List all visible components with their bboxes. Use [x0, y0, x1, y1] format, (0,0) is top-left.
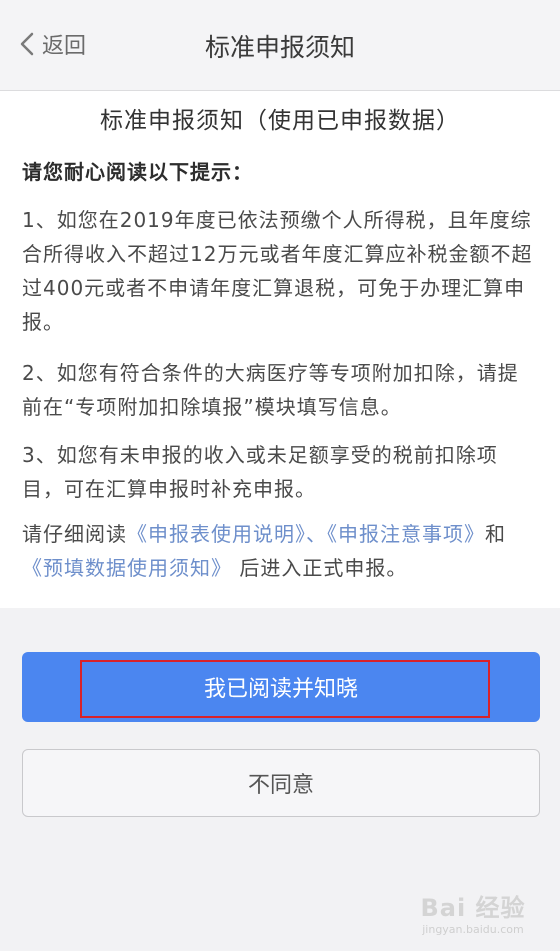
notice-intro: 请您耐心阅读以下提示： — [22, 160, 253, 184]
disagree-button[interactable]: 不同意 — [22, 749, 540, 817]
notice-item-1: 1、如您在2019年度已依法预缴个人所得税，且年度综合所得收入不超过12万元或者… — [22, 208, 533, 334]
agree-button-label: 我已阅读并知晓 — [203, 677, 358, 702]
notice-item-2: 2、如您有符合条件的大病医疗等专项附加扣除，请提前在“专项附加扣除填报”模块填写… — [22, 361, 519, 419]
notice-item-3: 3、如您有未申报的收入或未足额享受的税前扣除项目，可在汇算申报时补充申报。 — [22, 443, 498, 501]
watermark-url: jingyan.baidu.com — [422, 923, 524, 936]
disagree-button-label: 不同意 — [247, 773, 314, 798]
footer-prefix: 请仔细阅读 — [22, 522, 127, 546]
footer-separator: 、 — [306, 522, 327, 546]
footer-and: 和 — [485, 522, 506, 546]
agree-button[interactable]: 我已阅读并知晓 — [22, 652, 540, 722]
notice-card: 标准申报须知（使用已申报数据） 请您耐心阅读以下提示： 1、如您在2019年度已… — [0, 91, 560, 608]
watermark: Bai 经验 jingyan.baidu.com — [408, 888, 538, 940]
notice-title: 标准申报须知（使用已申报数据） — [100, 108, 460, 134]
chevron-left-icon — [20, 32, 34, 56]
link-prefill-data-notice[interactable]: 《预填数据使用须知》 — [22, 556, 232, 580]
link-form-instructions[interactable]: 《申报表使用说明》 — [127, 522, 306, 546]
notice-footer: 请仔细阅读《申报表使用说明》、《申报注意事项》和 《预填数据使用须知》 后进入正… — [22, 517, 537, 585]
watermark-logo: Bai 经验 — [420, 894, 526, 922]
back-button[interactable]: 返回 — [18, 28, 86, 60]
footer-suffix: 后进入正式申报。 — [239, 556, 408, 580]
link-filing-notes[interactable]: 《申报注意事项》 — [327, 522, 485, 546]
back-label: 返回 — [42, 34, 87, 59]
navigation-bar: 返回 标准申报须知 — [0, 0, 560, 91]
